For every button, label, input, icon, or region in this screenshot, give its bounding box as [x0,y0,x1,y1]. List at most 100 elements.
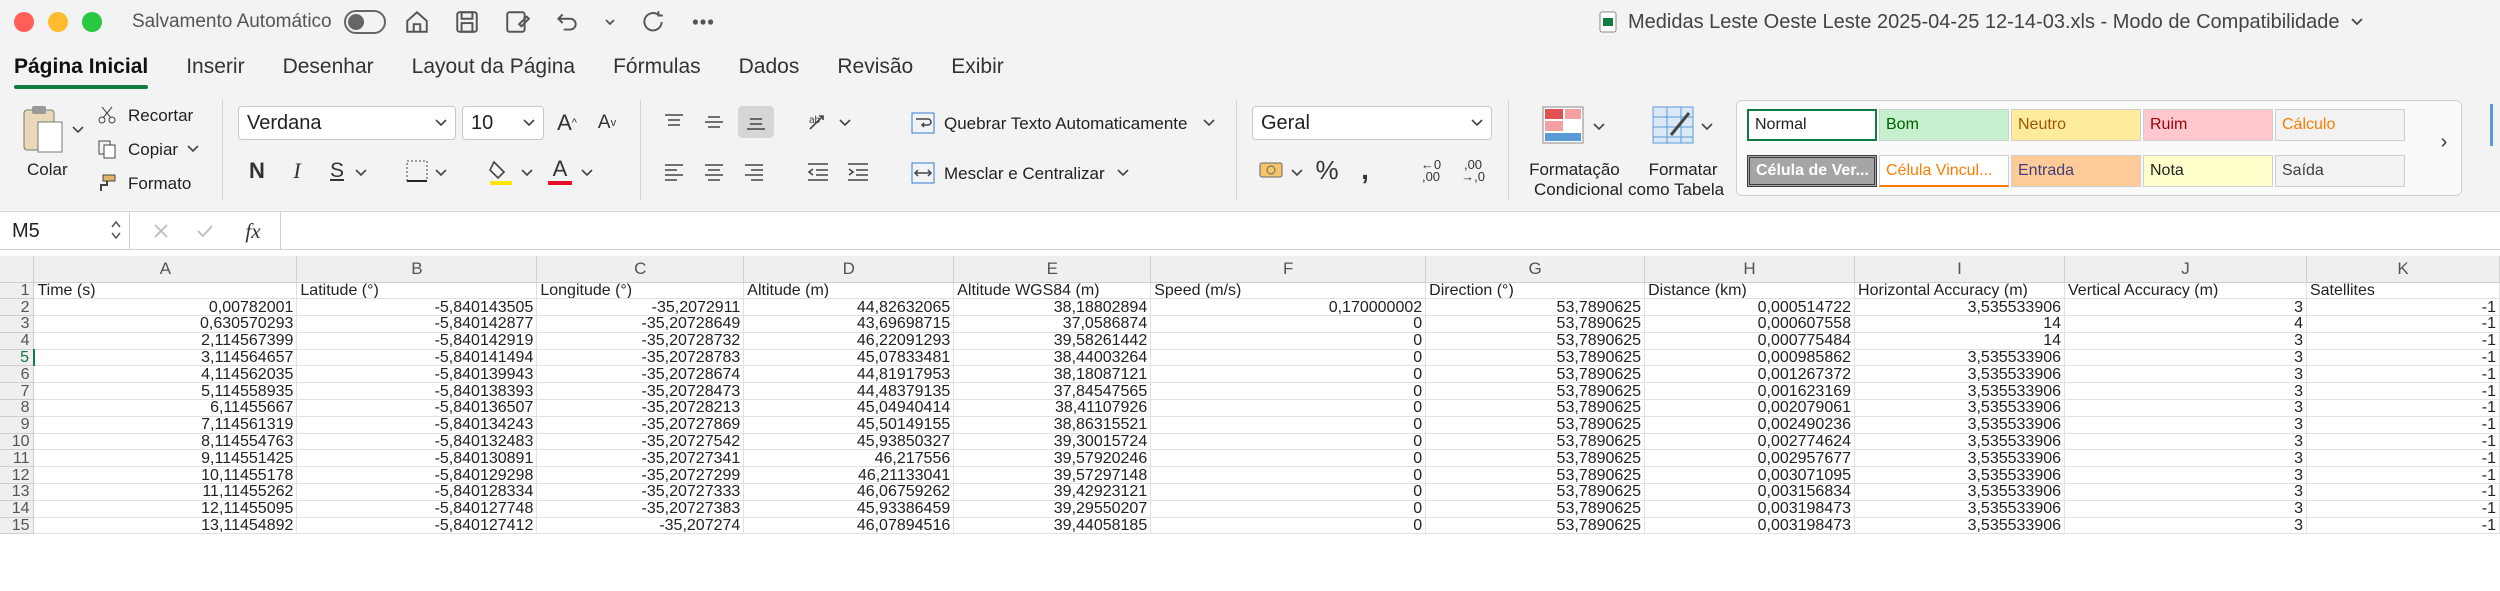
cell-b4[interactable]: -5,840142919 [296,332,538,350]
italic-icon[interactable]: I [284,156,310,186]
cell-f1[interactable]: Speed (m/s) [1150,282,1427,300]
cell-b11[interactable]: -5,840130891 [296,449,538,468]
cell-f15[interactable]: 0 [1150,517,1427,535]
cell-h7[interactable]: 0,001623169 [1644,382,1856,401]
column-header-i[interactable]: I [1854,256,2066,283]
more-icon[interactable] [690,9,716,35]
cell-b9[interactable]: -5,840134243 [296,416,538,434]
cell-g1[interactable]: Direction (°) [1425,282,1646,300]
cell-i12[interactable]: 3,535533906 [1854,466,2066,485]
cell-c5[interactable]: -35,20728783 [536,349,745,367]
cell-g8[interactable]: 53,7890625 [1425,399,1646,417]
cell-g4[interactable]: 53,7890625 [1425,332,1646,350]
cell-j14[interactable]: 3 [2064,500,2307,518]
decrease-indent-icon[interactable] [804,158,832,186]
cell-i1[interactable]: Horizontal Accuracy (m) [1854,282,2066,300]
align-top-icon[interactable] [660,108,688,136]
cell-k12[interactable]: -1 [2306,466,2500,485]
copy-dropdown-icon[interactable] [186,142,200,156]
cell-d13[interactable]: 46,06759262 [743,483,955,501]
cell-e8[interactable]: 38,41107926 [953,399,1152,417]
cell-g10[interactable]: 53,7890625 [1425,433,1646,451]
font-name-select[interactable]: Verdana [238,106,456,140]
cell-c9[interactable]: -35,20727869 [536,416,745,434]
cell-f7[interactable]: 0 [1150,382,1427,401]
minimize-window-button[interactable] [48,12,68,32]
cell-g5[interactable]: 53,7890625 [1425,349,1646,367]
chevron-right-icon[interactable]: › [2434,130,2454,154]
cell-a8[interactable]: 6,11455667 [33,399,298,417]
row-header[interactable]: 15 [0,517,35,535]
column-header-b[interactable]: B [296,256,538,283]
document-title[interactable]: Medidas Leste Oeste Leste 2025-04-25 12-… [1598,0,2364,44]
cancel-entry-icon[interactable] [146,216,176,246]
cell-style-neutro[interactable]: Neutro [2011,109,2141,141]
cell-d12[interactable]: 46,21133041 [743,466,955,485]
underline-icon[interactable]: S [324,156,350,186]
format-table-dropdown-icon[interactable] [1700,120,1714,134]
cell-f4[interactable]: 0 [1150,332,1427,350]
cell-b14[interactable]: -5,840127748 [296,500,538,518]
cell-d4[interactable]: 46,22091293 [743,332,955,350]
cell-g12[interactable]: 53,7890625 [1425,466,1646,485]
column-header-e[interactable]: E [953,256,1152,283]
cell-i5[interactable]: 3,535533906 [1854,349,2066,367]
tab-layout-da-pagina[interactable]: Layout da Página [412,49,575,85]
cell-a2[interactable]: 0,00782001 [33,298,298,317]
cell-i2[interactable]: 3,535533906 [1854,298,2066,317]
cell-g11[interactable]: 53,7890625 [1425,449,1646,468]
cell-d10[interactable]: 45,93850327 [743,433,955,451]
cell-k13[interactable]: -1 [2306,483,2500,501]
cell-a7[interactable]: 5,114558935 [33,382,298,401]
copy-icon[interactable] [96,138,118,160]
cell-b5[interactable]: -5,840141494 [296,349,538,367]
cell-c8[interactable]: -35,20728213 [536,399,745,417]
cell-style-entrada[interactable]: Entrada [2011,155,2141,187]
cell-e12[interactable]: 39,57297148 [953,466,1152,485]
cell-h13[interactable]: 0,003156834 [1644,483,1856,501]
tab-formulas[interactable]: Fórmulas [613,49,701,85]
cell-e13[interactable]: 39,42923121 [953,483,1152,501]
cell-g3[interactable]: 53,7890625 [1425,315,1646,333]
format-as-table-button[interactable]: Formatar como Tabela [1628,160,1724,200]
cell-k1[interactable]: Satellites [2306,282,2500,300]
confirm-entry-icon[interactable] [190,216,220,246]
cell-c6[interactable]: -35,20728674 [536,365,745,384]
cell-e7[interactable]: 37,84547565 [953,382,1152,401]
cell-j6[interactable]: 3 [2064,365,2307,384]
cell-k4[interactable]: -1 [2306,332,2500,350]
cell-d11[interactable]: 46,217556 [743,449,955,468]
column-header-k[interactable]: K [2306,256,2500,283]
merge-dropdown-icon[interactable] [1116,166,1130,180]
conditional-formatting-icon[interactable] [1540,104,1586,146]
cell-f3[interactable]: 0 [1150,315,1427,333]
cell-a6[interactable]: 4,114562035 [33,365,298,384]
text-orientation-icon[interactable]: ab [804,108,836,136]
conditional-formatting-button[interactable]: Formatação Condicional [1526,160,1623,200]
cell-j4[interactable]: 3 [2064,332,2307,350]
cell-c3[interactable]: -35,20728649 [536,315,745,333]
cell-g9[interactable]: 53,7890625 [1425,416,1646,434]
cell-f11[interactable]: 0 [1150,449,1427,468]
cell-k8[interactable]: -1 [2306,399,2500,417]
cell-g7[interactable]: 53,7890625 [1425,382,1646,401]
cell-k11[interactable]: -1 [2306,449,2500,468]
cell-b3[interactable]: -5,840142877 [296,315,538,333]
cell-b12[interactable]: -5,840129298 [296,466,538,485]
cell-k15[interactable]: -1 [2306,517,2500,535]
column-header-j[interactable]: J [2064,256,2307,283]
cell-b8[interactable]: -5,840136507 [296,399,538,417]
insert-function-icon[interactable]: fx [236,216,270,246]
format-painter-button[interactable]: Formato [128,174,191,194]
cell-e11[interactable]: 39,57920246 [953,449,1152,468]
cell-h1[interactable]: Distance (km) [1644,282,1856,300]
wrap-text-icon[interactable] [910,110,936,136]
cell-k5[interactable]: -1 [2306,349,2500,367]
column-header-c[interactable]: C [536,256,745,283]
cell-i13[interactable]: 3,535533906 [1854,483,2066,501]
number-format-select[interactable]: Geral [1252,106,1492,140]
row-header[interactable]: 4 [0,332,35,350]
cell-k6[interactable]: -1 [2306,365,2500,384]
cell-b7[interactable]: -5,840138393 [296,382,538,401]
cell-d9[interactable]: 45,50149155 [743,416,955,434]
